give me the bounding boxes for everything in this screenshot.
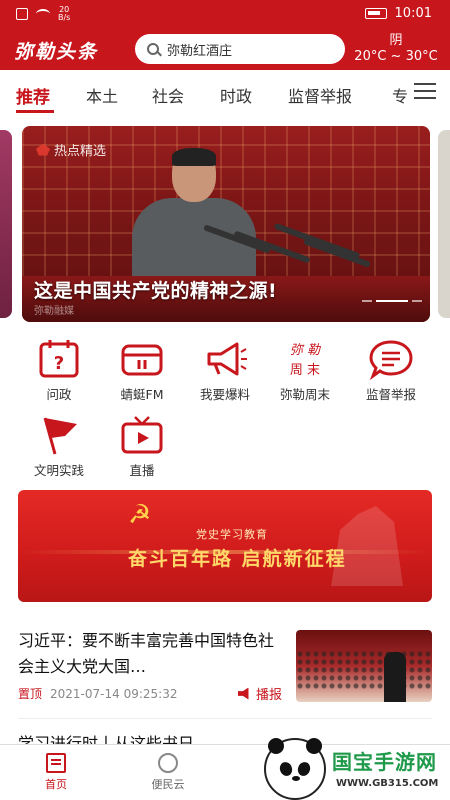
nav-cloud-label: 便民云 [151, 778, 185, 791]
tab-society[interactable]: 社会 [152, 83, 184, 107]
clock: 10:01 [394, 6, 432, 21]
network-speed: 20 B/s [58, 6, 70, 22]
thumbnail-crowd [296, 650, 432, 690]
carousel-next-peek[interactable] [438, 130, 450, 318]
tab-special[interactable]: 专 [392, 83, 408, 107]
tab-recommend[interactable]: 推荐 [16, 83, 50, 108]
nav-home[interactable]: 首页 [26, 753, 86, 792]
network-speed-unit: B/s [58, 13, 71, 22]
battery-icon [364, 8, 387, 19]
speaker-icon [237, 687, 249, 700]
feature-label: 弥勒周末 [279, 387, 330, 402]
promo-watermark: 国宝手游网 WWW.GB315.COM [262, 738, 450, 800]
banner-subtitle: 党史学习教育 [196, 528, 268, 541]
slide-caption: 这是中国共产党的精神之源! [34, 280, 278, 302]
carousel-dot[interactable] [412, 300, 422, 302]
cloud-icon [158, 753, 178, 773]
search-icon [147, 43, 159, 55]
flag-icon [43, 417, 77, 455]
home-icon [46, 753, 66, 773]
thumbnail-figure [384, 652, 406, 702]
carousel-dot[interactable] [362, 300, 372, 302]
slide-watermark: 弥勒融媒 [34, 306, 74, 317]
news-meta: 置顶 2021-07-14 09:25:32 播报 [18, 684, 282, 704]
tab-local[interactable]: 本土 [86, 83, 118, 107]
carousel-slide[interactable]: 热点精选 这是中国共产党的精神之源! 弥勒融媒 [22, 126, 430, 322]
banner-title: 奋斗百年路 启航新征程 [128, 548, 347, 570]
tab-supervision[interactable]: 监督举报 [288, 83, 352, 107]
slide-microphones [202, 222, 382, 276]
feature-live[interactable]: 直播 [103, 414, 181, 479]
divider [18, 718, 432, 719]
feature-civilization-practice[interactable]: 文明实践 [20, 414, 98, 479]
feature-label: 监督举报 [365, 387, 416, 402]
feature-label: 蜻蜓FM [120, 387, 164, 402]
calendar-question-icon: ? [39, 340, 79, 378]
tab-politics[interactable]: 时政 [220, 83, 252, 107]
feature-mile-weekend[interactable]: 弥 勒 周 末 弥勒周末 [266, 338, 344, 403]
promo-url: WWW.GB315.COM [336, 778, 439, 789]
search-placeholder: 弥勒红酒庄 [167, 43, 233, 59]
news-date: 2021-07-14 09:25:32 [50, 686, 178, 701]
read-aloud-button[interactable]: 播报 [237, 684, 282, 703]
pinned-badge: 置顶 [18, 687, 43, 701]
sim-icon [16, 8, 28, 20]
carousel-dot-active[interactable] [376, 300, 408, 302]
svg-text:弥 勒: 弥 勒 [290, 343, 322, 358]
svg-text:?: ? [54, 353, 64, 374]
wifi-icon [36, 9, 50, 19]
weekend-logo-icon: 弥 勒 周 末 [290, 343, 322, 378]
nav-home-label: 首页 [45, 778, 67, 791]
tv-play-icon [121, 416, 163, 454]
panda-logo-icon [264, 738, 326, 800]
feature-wenzheng[interactable]: ? 问政 [20, 338, 98, 403]
news-title[interactable]: 习近平：要不断丰富完善中国特色社会主义大党大国… [18, 628, 282, 680]
news-item[interactable]: 习近平：要不断丰富完善中国特色社会主义大党大国… 置顶 2021-07-14 0… [18, 628, 432, 708]
feature-label: 文明实践 [33, 463, 84, 478]
search-input[interactable]: 弥勒红酒庄 [135, 34, 345, 64]
feature-dragonfly-fm[interactable]: 蜻蜓FM [103, 338, 181, 403]
hero-carousel[interactable]: 热点精选 这是中国共产党的精神之源! 弥勒融媒 [0, 126, 450, 322]
promo-title: 国宝手游网 [332, 750, 437, 774]
feature-label: 问政 [46, 387, 72, 402]
chat-bubble-icon [369, 340, 413, 380]
status-bar: 20 B/s 10:01 [0, 0, 450, 28]
weather-widget[interactable]: 阴 20°C ~ 30°C [348, 33, 444, 66]
menu-icon[interactable] [414, 83, 436, 99]
megaphone-icon [207, 342, 247, 376]
read-aloud-label: 播报 [255, 688, 282, 703]
slide-tag: 热点精选 [36, 140, 106, 159]
party-history-banner[interactable]: ☭ 党史学习教育 奋斗百年路 启航新征程 [18, 490, 432, 602]
app-logo[interactable]: 弥勒头条 [14, 37, 98, 64]
carousel-pagination [362, 300, 422, 302]
active-tab-indicator [16, 110, 54, 113]
radio-icon [121, 344, 163, 376]
news-thumbnail[interactable] [296, 630, 432, 702]
feature-supervision-report[interactable]: 监督举报 [352, 338, 430, 403]
feature-label: 我要爆料 [199, 387, 250, 402]
party-emblem-icon: ☭ [128, 500, 152, 530]
category-tabs: 推荐 本土 社会 时政 监督举报 专 [0, 70, 450, 116]
svg-text:周 末: 周 末 [290, 363, 320, 378]
feature-label: 直播 [129, 463, 155, 478]
weather-condition: 阴 [389, 33, 403, 48]
carousel-prev-peek[interactable] [0, 130, 12, 318]
nav-convenience-cloud[interactable]: 便民云 [138, 753, 198, 792]
hot-picks-icon [36, 143, 50, 156]
feature-report-news[interactable]: 我要爆料 [186, 338, 264, 403]
slide-tag-label: 热点精选 [54, 144, 107, 159]
weather-temperature: 20°C ~ 30°C [354, 49, 438, 64]
